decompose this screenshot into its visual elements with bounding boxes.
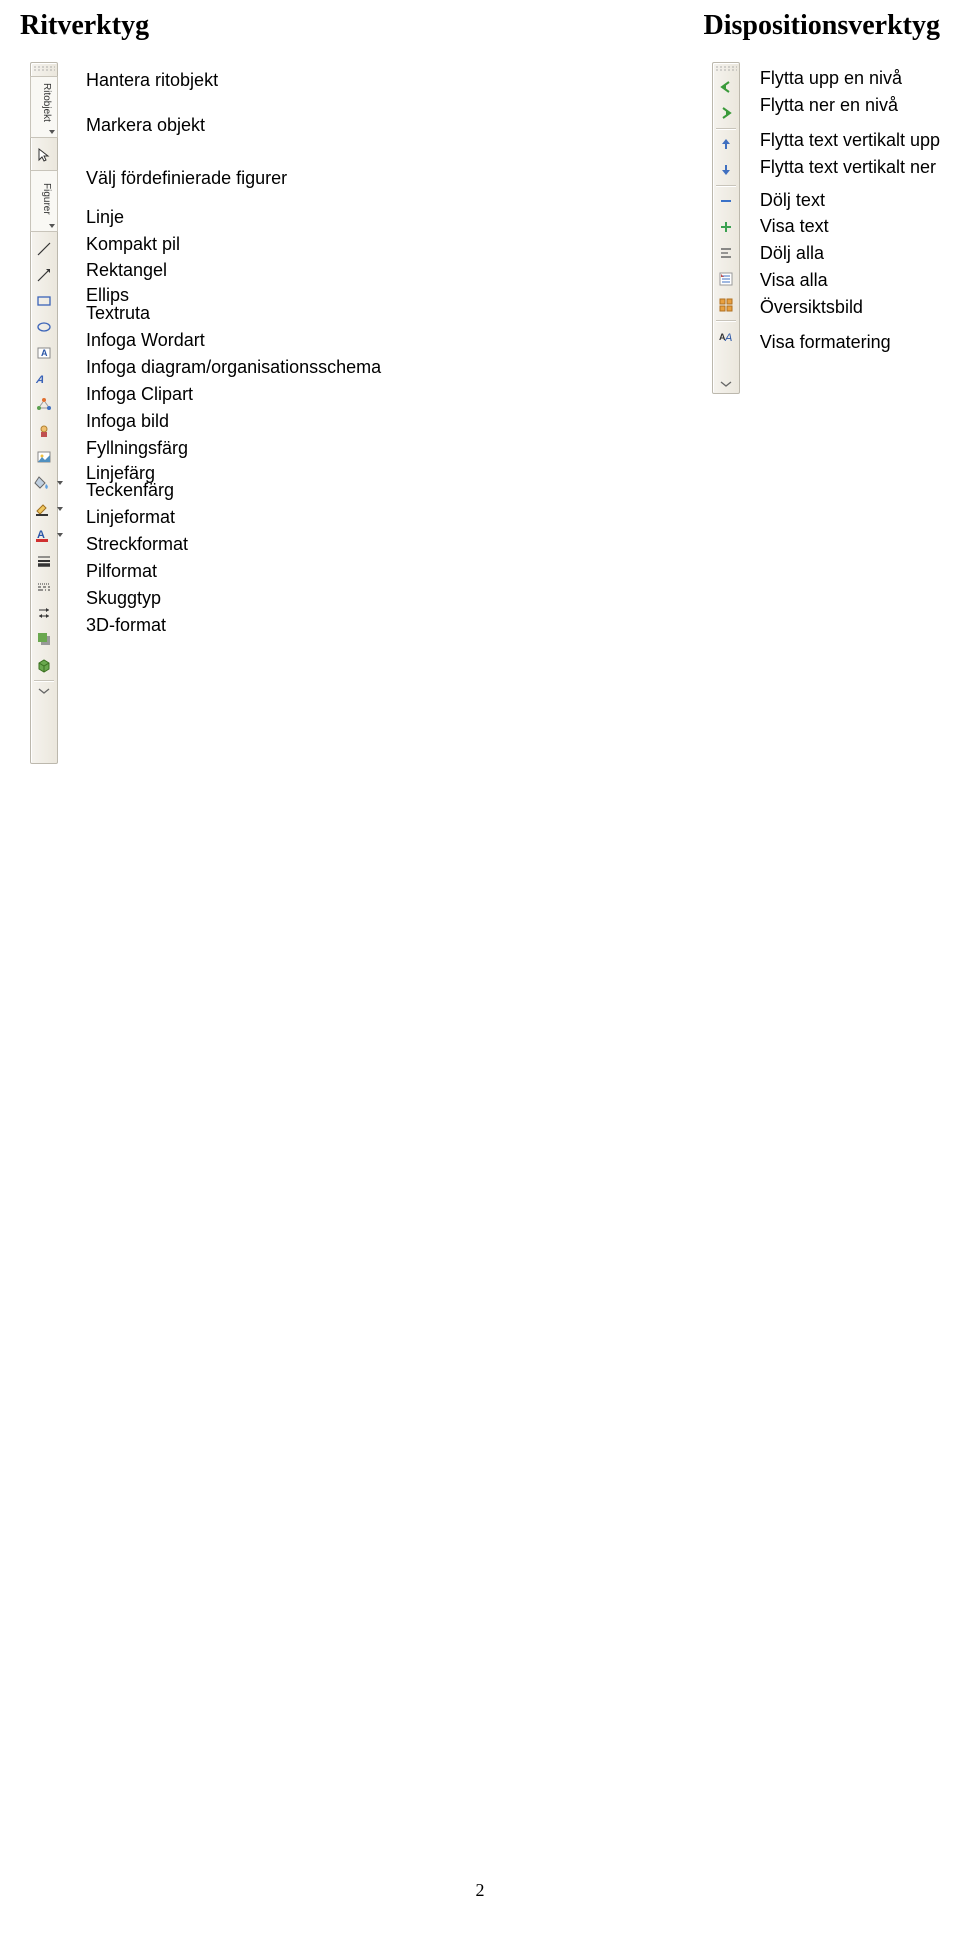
diagram-button[interactable] bbox=[33, 394, 55, 416]
label: Dölj text bbox=[760, 190, 940, 211]
disposition-toolbar: AA bbox=[712, 62, 740, 394]
label: Visa alla bbox=[760, 270, 940, 291]
expand-all-button[interactable] bbox=[715, 268, 737, 290]
dashformat-button[interactable] bbox=[33, 576, 55, 598]
figurer-text: Figurer bbox=[41, 183, 52, 215]
label: Flytta text vertikalt ner bbox=[760, 157, 940, 178]
label: Visa formatering bbox=[760, 332, 940, 353]
collapse-button[interactable] bbox=[715, 190, 737, 212]
promote-button[interactable] bbox=[715, 76, 737, 98]
clipart-button[interactable] bbox=[33, 420, 55, 442]
heading-dispositionsverktyg: Dispositionsverktyg bbox=[704, 10, 940, 42]
dropdown-icon bbox=[49, 130, 55, 134]
ellipse-button[interactable] bbox=[33, 316, 55, 338]
label: Markera objekt bbox=[86, 115, 381, 136]
svg-text:A: A bbox=[36, 374, 45, 386]
label: Teckenfärg bbox=[86, 480, 381, 501]
label: Dölj alla bbox=[760, 243, 940, 264]
label: Linjeformat bbox=[86, 507, 381, 528]
fillcolor-button[interactable] bbox=[31, 472, 57, 494]
rectangle-button[interactable] bbox=[33, 290, 55, 312]
label: Rektangel bbox=[86, 260, 381, 281]
label: Flytta upp en nivå bbox=[760, 68, 940, 89]
label: Översiktsbild bbox=[760, 297, 940, 318]
toolbar-grip[interactable] bbox=[715, 65, 737, 71]
ritverktyg-toolbar: Ritobjekt Figurer bbox=[30, 62, 58, 764]
label: Kompakt pil bbox=[86, 234, 381, 255]
overview-button[interactable] bbox=[715, 294, 737, 316]
dropdown-icon bbox=[57, 481, 63, 485]
image-button[interactable] bbox=[33, 446, 55, 468]
dropdown-icon bbox=[49, 224, 55, 228]
dropdown-icon bbox=[57, 507, 63, 511]
separator bbox=[716, 185, 736, 186]
label: 3D-format bbox=[86, 615, 381, 636]
label: Linje bbox=[86, 207, 381, 228]
label: Fyllningsfärg bbox=[86, 438, 381, 459]
label: Infoga Wordart bbox=[86, 330, 381, 351]
arrow-button[interactable] bbox=[33, 264, 55, 286]
toolbar-grip[interactable] bbox=[33, 65, 55, 71]
fontcolor-button[interactable]: A bbox=[31, 524, 57, 546]
label: Visa text bbox=[760, 216, 940, 237]
move-up-button[interactable] bbox=[715, 133, 737, 155]
3d-button[interactable] bbox=[33, 654, 55, 676]
lineweight-button[interactable] bbox=[33, 550, 55, 572]
ritobjekt-button[interactable]: Ritobjekt bbox=[30, 76, 58, 138]
shadow-button[interactable] bbox=[33, 628, 55, 650]
label: Skuggtyp bbox=[86, 588, 381, 609]
label: Infoga Clipart bbox=[86, 384, 381, 405]
label: Streckformat bbox=[86, 534, 381, 555]
ritverktyg-labels: Hantera ritobjekt Markera objekt Välj fö… bbox=[58, 62, 381, 636]
label: Infoga diagram/organisationsschema bbox=[86, 357, 381, 378]
label: Infoga bild bbox=[86, 411, 381, 432]
line-button[interactable] bbox=[33, 238, 55, 260]
label: Textruta bbox=[86, 303, 381, 324]
expand-button[interactable] bbox=[33, 685, 55, 697]
label: Flytta ner en nivå bbox=[760, 95, 940, 116]
dropdown-icon bbox=[57, 533, 63, 537]
label: Hantera ritobjekt bbox=[86, 70, 381, 91]
expand-button[interactable] bbox=[715, 216, 737, 238]
svg-text:A: A bbox=[724, 332, 732, 344]
separator bbox=[716, 128, 736, 129]
linecolor-button[interactable] bbox=[31, 498, 57, 520]
ritobjekt-text: Ritobjekt bbox=[41, 83, 52, 122]
disposition-labels: Flytta upp en nivå Flytta ner en nivå Fl… bbox=[740, 62, 940, 353]
collapse-all-button[interactable] bbox=[715, 242, 737, 264]
svg-text:A: A bbox=[41, 348, 48, 358]
wordart-button[interactable]: A bbox=[33, 368, 55, 390]
label: Flytta text vertikalt upp bbox=[760, 130, 940, 151]
separator bbox=[716, 320, 736, 321]
label: Välj fördefinierade figurer bbox=[86, 168, 381, 189]
separator bbox=[34, 680, 54, 681]
arrowformat-button[interactable] bbox=[33, 602, 55, 624]
heading-ritverktyg: Ritverktyg bbox=[20, 10, 149, 42]
textbox-button[interactable]: A bbox=[33, 342, 55, 364]
move-down-button[interactable] bbox=[715, 159, 737, 181]
demote-button[interactable] bbox=[715, 102, 737, 124]
select-button[interactable] bbox=[33, 144, 55, 166]
show-formatting-button[interactable]: AA bbox=[715, 325, 737, 347]
figurer-button[interactable]: Figurer bbox=[30, 170, 58, 232]
label: Pilformat bbox=[86, 561, 381, 582]
expand-toolbar-button[interactable] bbox=[715, 378, 737, 390]
